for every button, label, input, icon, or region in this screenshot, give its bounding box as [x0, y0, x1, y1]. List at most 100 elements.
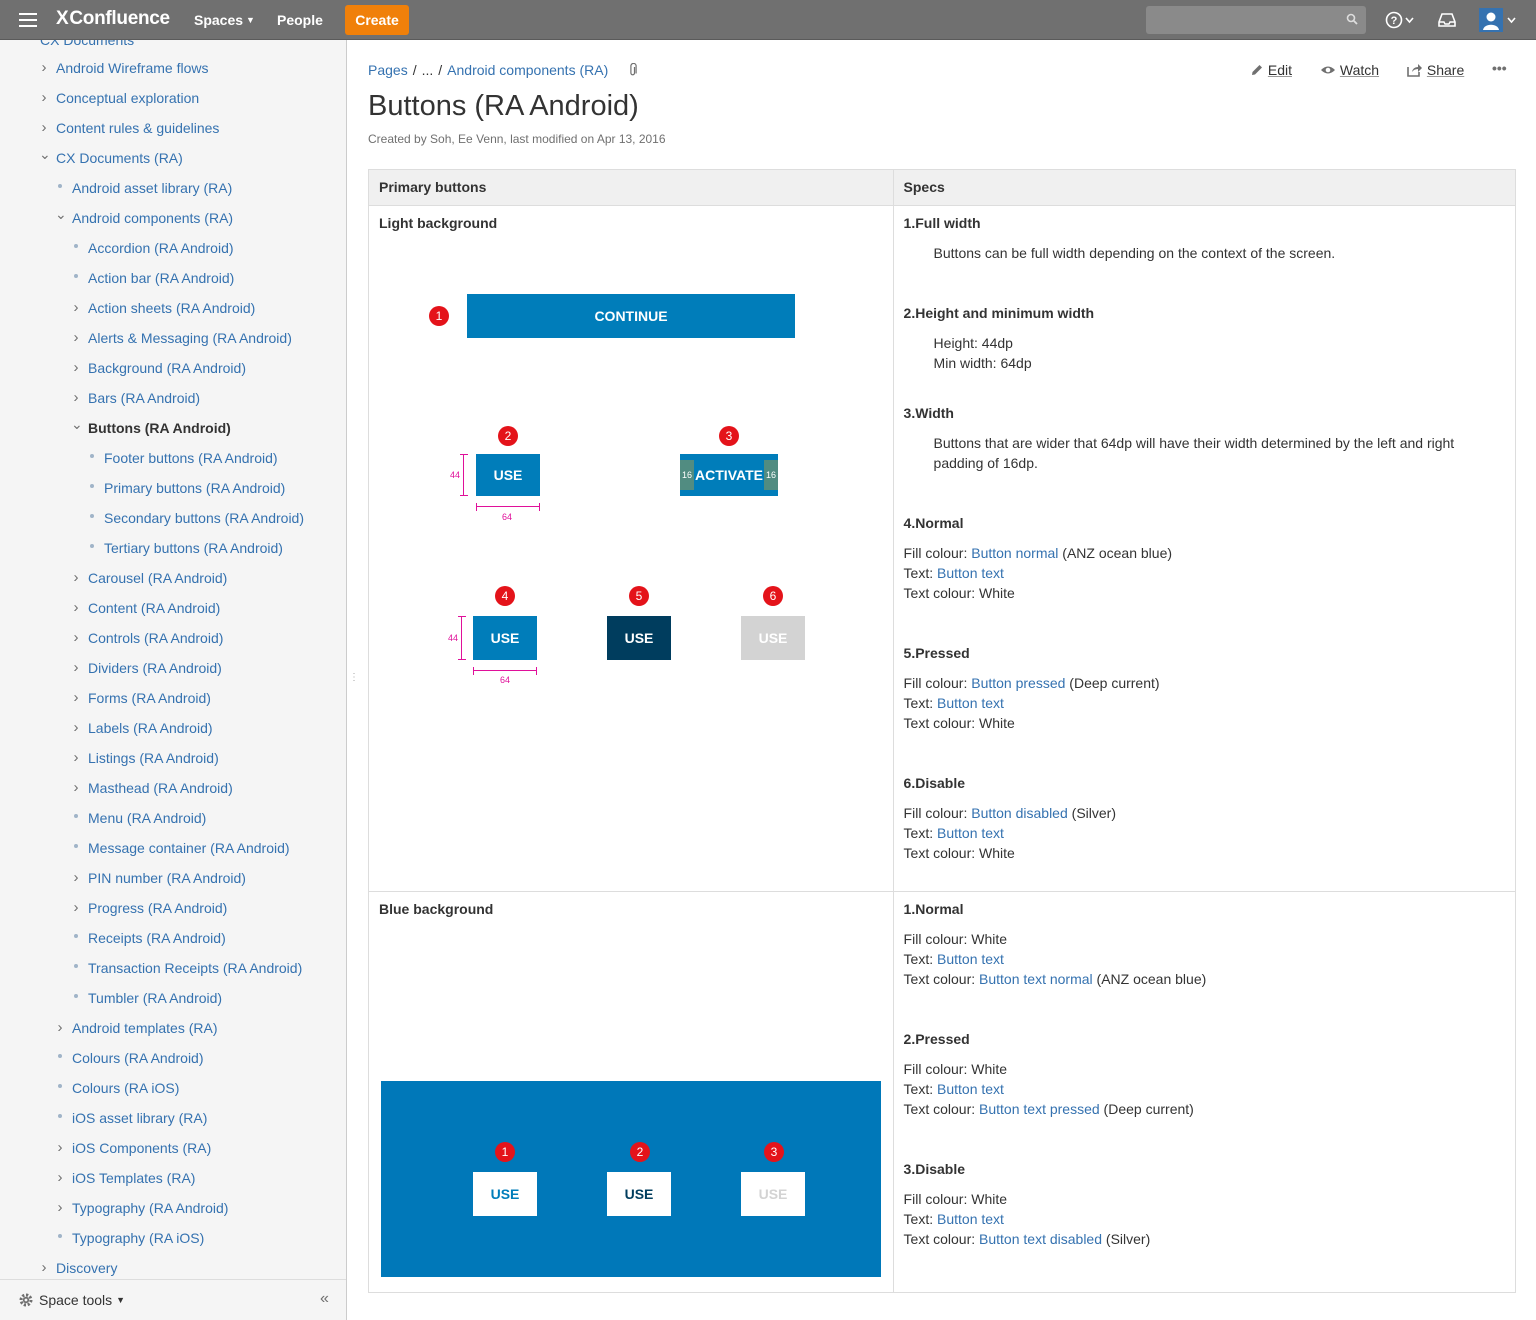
chevron-right-icon[interactable]: ›	[71, 293, 81, 323]
height-dimension-label: 44	[448, 633, 459, 643]
light-specs-cell: 1.Full width Buttons can be full width d…	[892, 205, 1517, 892]
number-badge: 2	[630, 1142, 650, 1162]
chevron-right-icon[interactable]: ›	[71, 863, 81, 893]
button-text-normal-link[interactable]: Button text normal	[979, 971, 1093, 987]
chevron-right-icon[interactable]: ›	[71, 593, 81, 623]
chevron-right-icon[interactable]: ›	[71, 653, 81, 683]
column-header: Specs	[892, 169, 1517, 206]
notifications-icon[interactable]	[1437, 11, 1457, 29]
chevron-down-icon[interactable]: ⌄	[39, 139, 51, 169]
more-actions-button[interactable]: •••	[1492, 60, 1507, 76]
chevron-right-icon[interactable]: ›	[39, 53, 49, 83]
create-button[interactable]: Create	[345, 5, 409, 35]
sidebar-item-label: Dividers (RA Android)	[88, 660, 222, 676]
sidebar-item-cut[interactable]: CX Documents	[40, 40, 134, 48]
chevron-right-icon[interactable]: ›	[55, 1163, 65, 1193]
button-text-link[interactable]: Button text	[937, 1081, 1004, 1097]
breadcrumb-ellipsis[interactable]: ...	[422, 62, 434, 78]
sidebar-item-label: Content (RA Android)	[88, 600, 221, 616]
chevron-right-icon[interactable]: ›	[55, 1013, 65, 1043]
padding-marker-right: 16	[764, 460, 778, 490]
sidebar-item-label: Masthead (RA Android)	[88, 780, 233, 796]
sidebar-item-label: Progress (RA Android)	[88, 900, 228, 916]
sidebar-item-label: Accordion (RA Android)	[88, 240, 234, 256]
sidebar-item-label: Tertiary buttons (RA Android)	[104, 540, 283, 556]
sidebar-item-label: CX Documents (RA)	[56, 150, 183, 166]
edit-button[interactable]: Edit	[1250, 62, 1292, 78]
user-avatar-icon[interactable]	[1479, 8, 1517, 32]
height-dimension-line	[460, 454, 468, 496]
bullet-icon	[71, 923, 81, 953]
share-button[interactable]: Share	[1407, 62, 1464, 78]
bullet-icon	[55, 1103, 65, 1133]
sidebar-item-label: Android asset library (RA)	[72, 180, 233, 196]
sidebar-item-label: Alerts & Messaging (RA Android)	[88, 330, 292, 346]
chevron-down-icon[interactable]: ⌄	[55, 199, 67, 229]
sidebar-item-label: Carousel (RA Android)	[88, 570, 228, 586]
menu-icon[interactable]	[19, 13, 37, 27]
chevron-right-icon[interactable]: ›	[71, 623, 81, 653]
normal-button-sample: USE	[473, 616, 537, 660]
sidebar-item-label: Secondary buttons (RA Android)	[104, 510, 305, 526]
width-dimension-label: 64	[502, 512, 513, 522]
sidebar-item-label: Primary buttons (RA Android)	[104, 480, 286, 496]
button-text-link[interactable]: Button text	[937, 565, 1004, 581]
gear-icon[interactable]	[18, 1292, 34, 1308]
spec-height-min-width: 2.Height and minimum width Height: 44dp …	[903, 305, 1095, 371]
sidebar-resize-handle[interactable]: ⋮	[349, 672, 359, 683]
number-badge: 5	[629, 586, 649, 606]
spec-blue-disable: 3.Disable Fill colour: White Text: Butto…	[903, 1161, 1151, 1247]
light-background-cell: Light background 1 CONTINUE 2 44 USE 64 …	[368, 205, 894, 892]
button-text-link[interactable]: Button text	[937, 825, 1004, 841]
chevron-right-icon[interactable]: ›	[71, 683, 81, 713]
spaces-menu[interactable]: Spaces ▼	[194, 12, 255, 28]
chevron-right-icon[interactable]: ›	[71, 563, 81, 593]
help-icon[interactable]: ?	[1385, 10, 1417, 30]
chevron-right-icon[interactable]: ›	[55, 1193, 65, 1223]
collapse-sidebar-icon[interactable]: «	[320, 1290, 329, 1308]
button-text-link[interactable]: Button text	[937, 695, 1004, 711]
search-icon[interactable]	[1346, 13, 1358, 25]
chevron-right-icon[interactable]: ›	[55, 1133, 65, 1163]
button-pressed-link[interactable]: Button pressed	[971, 675, 1065, 691]
padding-marker-left: 16	[680, 460, 694, 490]
chevron-right-icon[interactable]: ›	[71, 713, 81, 743]
breadcrumb-parent[interactable]: Android components (RA)	[447, 62, 608, 78]
sidebar-item-label: Receipts (RA Android)	[88, 930, 226, 946]
bullet-icon	[55, 1043, 65, 1073]
chevron-down-icon: ▼	[116, 1295, 125, 1305]
sidebar-item-label: Android Wireframe flows	[56, 60, 209, 76]
button-disabled-link[interactable]: Button disabled	[971, 805, 1068, 821]
button-text-disabled-link[interactable]: Button text disabled	[979, 1231, 1102, 1247]
cell-title: Blue background	[379, 901, 494, 917]
chevron-right-icon[interactable]: ›	[71, 743, 81, 773]
paperclip-icon[interactable]	[628, 63, 638, 77]
breadcrumb-pages[interactable]: Pages	[368, 62, 408, 78]
sidebar-item-label: Typography (RA iOS)	[72, 1230, 205, 1246]
bullet-icon	[71, 803, 81, 833]
chevron-right-icon[interactable]: ›	[71, 773, 81, 803]
space-tools-menu[interactable]: Space tools ▼	[39, 1292, 125, 1308]
search-input[interactable]	[1146, 6, 1336, 34]
chevron-right-icon[interactable]: ›	[71, 893, 81, 923]
watch-button[interactable]: Watch	[1320, 62, 1379, 78]
table-row: Blue background 1 USE 2 USE 3 USE 1.Norm…	[368, 891, 1517, 1293]
number-badge: 1	[495, 1142, 515, 1162]
button-text-link[interactable]: Button text	[937, 951, 1004, 967]
main-content: Pages /... / Android components (RA) Edit W…	[368, 40, 1536, 1320]
chevron-right-icon[interactable]: ›	[39, 83, 49, 113]
button-text-link[interactable]: Button text	[937, 1211, 1004, 1227]
button-normal-link[interactable]: Button normal	[971, 545, 1058, 561]
bullet-icon	[87, 443, 97, 473]
button-text-pressed-link[interactable]: Button text pressed	[979, 1101, 1100, 1117]
share-icon	[1407, 64, 1422, 77]
sidebar-item-label: Typography (RA Android)	[72, 1200, 229, 1216]
search-box	[1146, 6, 1366, 34]
chevron-down-icon[interactable]: ⌄	[71, 409, 83, 439]
spec-disable: 6.Disable Fill colour: Button disabled (…	[903, 775, 1116, 861]
bullet-icon	[87, 533, 97, 563]
people-link[interactable]: People	[277, 12, 323, 28]
chevron-right-icon[interactable]: ›	[71, 353, 81, 383]
chevron-right-icon[interactable]: ›	[71, 323, 81, 353]
confluence-logo[interactable]: XConfluence	[56, 8, 170, 30]
